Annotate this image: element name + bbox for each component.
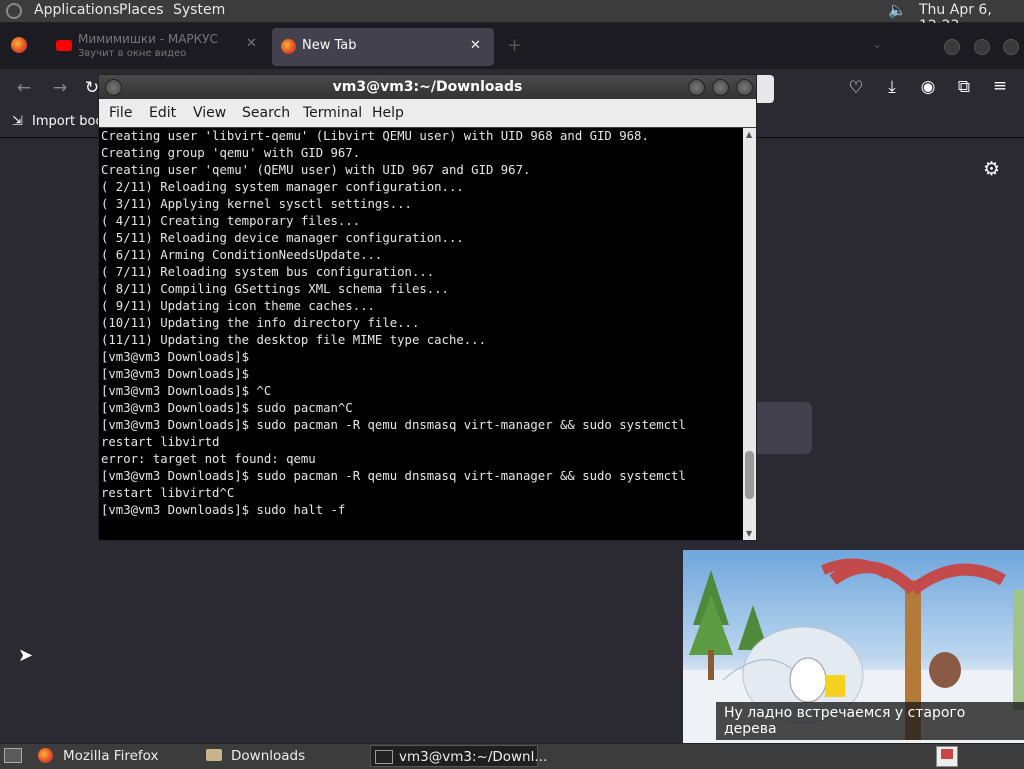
firefox-icon — [281, 39, 296, 54]
downloads-icon[interactable]: ⤓ — [880, 77, 904, 97]
taskbar-item-firefox[interactable]: Mozilla Firefox — [32, 745, 196, 767]
volume-icon[interactable]: 🔈 — [888, 1, 907, 19]
places-menu[interactable]: Places — [119, 2, 164, 18]
firefox-icon — [38, 748, 53, 763]
scroll-down-icon[interactable]: ▼ — [746, 529, 752, 538]
settings-icon[interactable]: ⚙ — [983, 158, 1000, 180]
firefox-tabbar: Мимимишки - МАРКУС Звучит в окне видео ✕… — [0, 23, 1024, 69]
mouse-cursor-icon: ➤ — [18, 645, 34, 666]
terminal-screen[interactable]: Creating user 'libvirt-qemu' (Libvirt QE… — [99, 128, 743, 540]
maximize-icon[interactable] — [974, 39, 990, 55]
chevron-down-icon[interactable]: ⌄ — [872, 37, 882, 51]
tab-youtube[interactable]: Мимимишки - МАРКУС Звучит в окне видео ✕ — [46, 28, 270, 66]
tab-new-tab[interactable]: New Tab ✕ — [272, 28, 494, 66]
menu-edit[interactable]: Edit — [149, 105, 176, 121]
youtube-icon — [56, 40, 72, 51]
terminal-menubar: File Edit View Search Terminal Help — [99, 99, 756, 127]
forward-icon[interactable]: → — [48, 78, 72, 98]
menu-terminal[interactable]: Terminal — [303, 105, 362, 121]
workspace-window-icon — [941, 749, 953, 759]
firefox-icon[interactable] — [11, 37, 27, 53]
minimize-icon[interactable] — [944, 39, 960, 55]
extensions-icon[interactable]: ⧉ — [952, 77, 976, 97]
terminal-scrollbar[interactable]: ▲ ▼ — [743, 128, 756, 540]
taskbar-label: vm3@vm3:~/Downl... — [399, 749, 548, 765]
account-icon[interactable]: ◉ — [916, 77, 940, 97]
terminal-output: Creating user 'libvirt-qemu' (Libvirt QE… — [101, 129, 686, 517]
tab-subtitle: Звучит в окне видео — [78, 48, 187, 59]
picture-in-picture-video[interactable]: Ну ладно встречаемся у старого дерева — [683, 550, 1024, 743]
scrollbar-thumb[interactable] — [745, 451, 754, 500]
taskbar-item-terminal[interactable]: vm3@vm3:~/Downl... — [370, 745, 547, 767]
system-menu[interactable]: System — [173, 2, 225, 18]
terminal-titlebar[interactable]: vm3@vm3:~/Downloads — [99, 75, 756, 99]
search-box[interactable] — [757, 402, 812, 454]
close-icon[interactable]: ✕ — [246, 36, 257, 51]
close-window-icon[interactable] — [1003, 39, 1019, 55]
minimize-icon[interactable] — [688, 79, 705, 96]
tab-title: New Tab — [302, 38, 357, 53]
close-icon[interactable] — [736, 79, 753, 96]
close-icon[interactable]: ✕ — [470, 38, 481, 53]
menu-icon[interactable]: ≡ — [988, 76, 1012, 96]
scroll-up-icon[interactable]: ▲ — [746, 130, 752, 139]
distro-icon[interactable] — [6, 3, 22, 19]
terminal-window[interactable]: vm3@vm3:~/Downloads File Edit View Searc… — [98, 74, 757, 541]
window-title: vm3@vm3:~/Downloads — [332, 79, 523, 95]
import-icon: ⇲ — [12, 114, 23, 129]
tab-title: Мимимишки - МАРКУС — [78, 32, 218, 46]
taskbar-label: Mozilla Firefox — [63, 748, 159, 764]
taskbar-label: Downloads — [231, 748, 306, 764]
menu-help[interactable]: Help — [372, 105, 404, 121]
pocket-icon[interactable]: ♡ — [844, 78, 868, 98]
terminal-icon — [375, 750, 393, 764]
bottom-panel: Mozilla Firefox Downloads vm3@vm3:~/Down… — [0, 743, 1024, 769]
show-desktop-icon[interactable] — [4, 748, 22, 763]
menu-view[interactable]: View — [193, 105, 226, 121]
maximize-icon[interactable] — [712, 79, 729, 96]
menu-search[interactable]: Search — [242, 105, 290, 121]
menu-file[interactable]: File — [109, 105, 132, 121]
back-icon[interactable]: ← — [12, 78, 36, 98]
new-tab-icon[interactable]: + — [507, 35, 522, 56]
folder-icon — [206, 749, 222, 761]
taskbar-item-downloads[interactable]: Downloads — [200, 745, 366, 767]
top-panel: Applications Places System 🔈 Thu Apr 6, … — [0, 0, 1024, 34]
applications-menu[interactable]: Applications — [34, 2, 120, 18]
video-subtitle: Ну ладно встречаемся у старого дерева — [716, 702, 1024, 740]
window-menu-icon[interactable] — [105, 79, 122, 96]
